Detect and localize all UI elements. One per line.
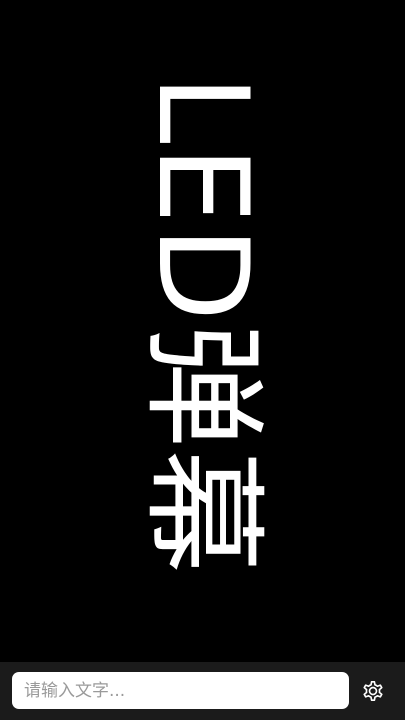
text-input[interactable] — [12, 672, 349, 709]
settings-button[interactable] — [357, 674, 389, 708]
input-bar — [0, 662, 405, 720]
led-screen: LED弹幕 — [0, 0, 405, 720]
gear-icon — [363, 680, 383, 702]
marquee-display: LED弹幕 — [0, 0, 405, 662]
marquee-text: LED弹幕 — [130, 74, 274, 576]
